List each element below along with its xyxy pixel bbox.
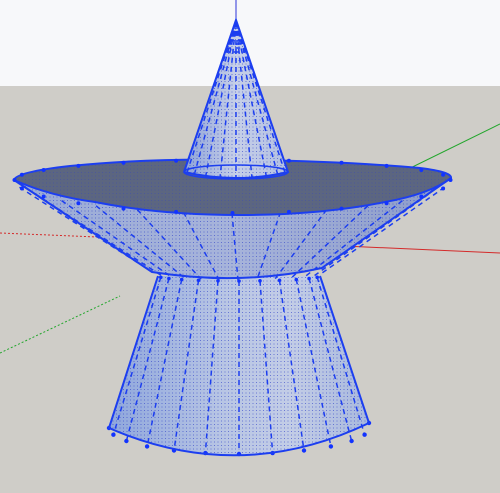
base-frustum-vertex — [111, 432, 116, 437]
base-frustum-vertex — [294, 277, 299, 282]
saucer-rim-vertex — [384, 201, 389, 206]
base-frustum-vertex — [196, 278, 201, 283]
saucer-rim-vertex — [12, 178, 17, 182]
saucer-rim-vertex — [384, 163, 389, 168]
base-frustum-vertex — [307, 276, 311, 281]
saucer-rim-vertex — [419, 168, 424, 172]
base-frustum-vertex — [258, 279, 262, 283]
saucer-rim-vertex — [448, 178, 453, 182]
saucer-rim-vertex — [441, 172, 446, 177]
saucer-rim-vertex — [41, 194, 46, 199]
saucer-rim-vertex — [174, 209, 179, 214]
saucer-rim-vertex — [339, 160, 344, 165]
base-frustum-vertex — [179, 277, 184, 282]
base-frustum-vertex — [349, 438, 354, 444]
scene-canvas[interactable] — [0, 0, 500, 493]
saucer-rim-vertex — [339, 206, 344, 211]
base-frustum-vertex — [301, 448, 307, 453]
base-frustum-vertex — [328, 444, 334, 449]
saucer-rim-vertex — [230, 211, 235, 215]
saucer-rim-vertex — [121, 160, 126, 165]
base-frustum-vertex — [144, 444, 150, 449]
base-frustum-vertex — [124, 438, 129, 444]
base-frustum-vertex — [315, 275, 320, 280]
sketchup-3d-viewport[interactable] — [0, 0, 500, 493]
saucer-rim-vertex — [121, 206, 126, 211]
base-frustum-vertex — [167, 276, 171, 281]
saucer-rim-vertex — [19, 172, 24, 177]
base-frustum-vertex — [159, 275, 163, 280]
saucer-rim-vertex — [76, 163, 81, 168]
base-frustum-vertex — [277, 278, 282, 283]
saucer-rim-vertex — [76, 201, 81, 206]
base-frustum-vertex — [362, 432, 367, 437]
saucer-rim-vertex — [41, 168, 46, 172]
saucer-rim-vertex — [19, 186, 24, 191]
saucer-rim-vertex — [419, 194, 424, 199]
saucer-rim-vertex — [286, 209, 291, 214]
saucer-rim-vertex — [441, 186, 446, 191]
saucer-rim-vertex — [286, 158, 291, 163]
saucer-rim-vertex — [174, 158, 179, 163]
